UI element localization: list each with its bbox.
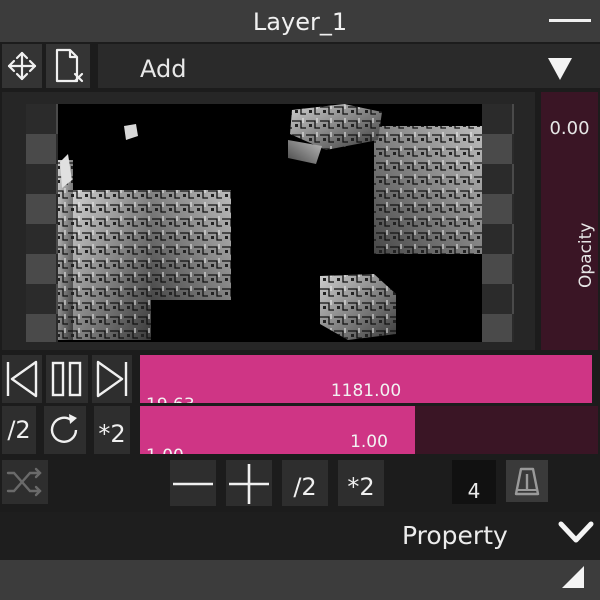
window-title: Layer_1 [252, 8, 348, 36]
move-button[interactable] [2, 44, 42, 88]
opacity-label: Opacity [576, 222, 596, 288]
skip-forward-button[interactable] [92, 355, 132, 403]
add-dropdown-label: Add [140, 55, 187, 83]
remove-file-button[interactable] [46, 44, 90, 88]
pause-icon [51, 361, 82, 397]
layer-preview[interactable] [26, 104, 514, 342]
chevron-down-icon [558, 521, 594, 543]
minus-icon [173, 482, 213, 486]
double-button[interactable]: *2 [338, 460, 384, 506]
metronome-icon [514, 467, 540, 496]
frame-slider[interactable]: 19.63 1181.00 [140, 355, 592, 403]
double-speed-button[interactable]: *2 [94, 406, 130, 454]
opacity-value: 0.00 [549, 118, 590, 139]
resize-corner-icon [562, 566, 584, 588]
halve-button[interactable]: /2 [282, 460, 328, 506]
property-bar [0, 512, 600, 560]
speed-slider[interactable]: 1.00 1.00 [140, 406, 598, 454]
skip-back-icon [6, 360, 38, 398]
property-toggle-button[interactable] [556, 516, 596, 552]
move-arrows-icon [7, 51, 37, 81]
loop-icon [50, 414, 78, 443]
pause-button[interactable] [46, 355, 88, 403]
status-bar [0, 560, 600, 600]
skip-back-button[interactable] [2, 355, 42, 403]
property-label: Property [402, 521, 508, 550]
file-remove-icon [55, 48, 84, 83]
increase-button[interactable] [226, 460, 272, 506]
preview-image [58, 104, 482, 340]
menu-line-icon[interactable] [549, 19, 591, 22]
speed-slider-value: 1.00 [350, 432, 388, 452]
count-field[interactable]: 4 [452, 460, 496, 504]
skip-forward-icon [96, 360, 128, 398]
half-speed-button[interactable]: /2 [2, 406, 36, 454]
shuffle-icon [6, 467, 42, 497]
decrease-button[interactable] [170, 460, 216, 506]
plus-icon [229, 464, 269, 504]
frame-slider-value: 1181.00 [330, 381, 402, 401]
shuffle-button[interactable] [2, 460, 48, 504]
loop-button[interactable] [44, 406, 86, 454]
resize-handle[interactable] [560, 564, 588, 592]
metronome-button[interactable] [506, 460, 548, 502]
triangle-down-icon[interactable] [548, 58, 572, 80]
